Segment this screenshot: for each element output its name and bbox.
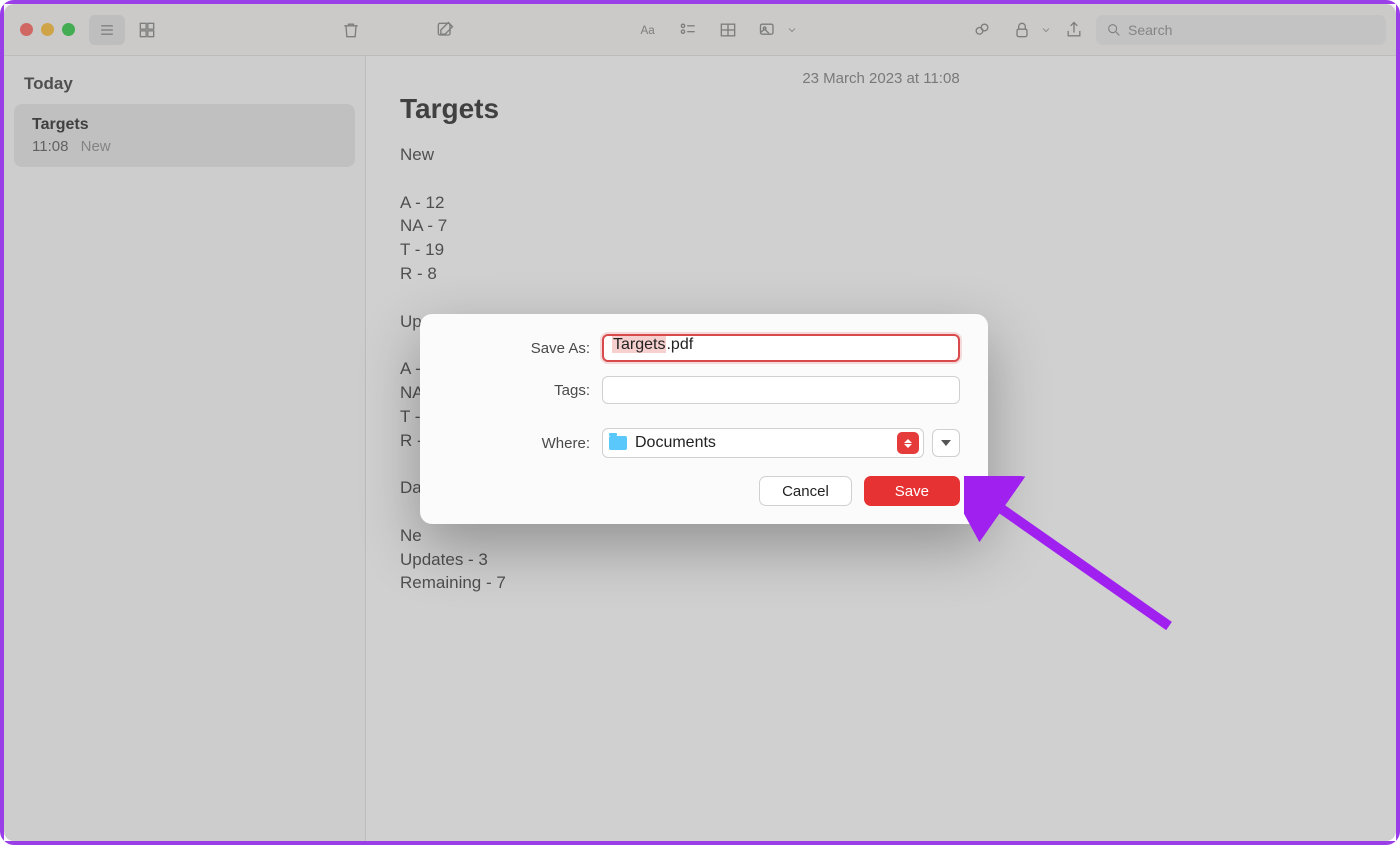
cancel-button[interactable]: Cancel: [759, 476, 852, 506]
save-dialog: Save As: Targets.pdf Tags: Where: Docume…: [420, 314, 988, 524]
folder-icon: [609, 436, 627, 450]
note-item-time: 11:08: [32, 138, 68, 155]
search-icon: [1106, 22, 1122, 38]
close-window-button[interactable]: [20, 23, 33, 36]
trash-icon: [341, 20, 361, 40]
filename-selected-text: Targets: [612, 336, 666, 353]
chevron-down-icon: [786, 20, 798, 40]
list-view-button[interactable]: [89, 15, 125, 45]
new-note-button[interactable]: [427, 15, 463, 45]
grid-icon: [137, 20, 157, 40]
where-value: Documents: [635, 434, 716, 452]
tags-label: Tags:: [448, 382, 602, 399]
grid-view-button[interactable]: [129, 15, 165, 45]
lock-button[interactable]: [1004, 15, 1040, 45]
link-icon: [972, 20, 992, 40]
note-date: 23 March 2023 at 11:08: [400, 70, 1362, 87]
compose-icon: [435, 20, 455, 40]
select-arrows-icon: [897, 432, 919, 454]
share-icon: [1064, 20, 1084, 40]
svg-text:Aa: Aa: [640, 24, 655, 37]
list-icon: [97, 20, 117, 40]
delete-note-button[interactable]: [333, 15, 369, 45]
sidebar-section-header: Today: [14, 68, 355, 104]
note-title[interactable]: Targets: [400, 93, 1362, 125]
tags-input[interactable]: [602, 376, 960, 404]
window-toolbar: Aa Search: [4, 4, 1396, 56]
minimize-window-button[interactable]: [41, 23, 54, 36]
chevron-down-icon: [1040, 20, 1052, 40]
save-button[interactable]: Save: [864, 476, 960, 506]
share-button[interactable]: [1056, 15, 1092, 45]
search-placeholder: Search: [1128, 22, 1172, 38]
link-button[interactable]: [964, 15, 1000, 45]
filename-extension: .pdf: [666, 336, 693, 353]
media-button[interactable]: [750, 15, 786, 45]
text-format-icon: Aa: [638, 20, 658, 40]
table-button[interactable]: [710, 15, 746, 45]
format-button[interactable]: Aa: [630, 15, 666, 45]
lock-icon: [1012, 20, 1032, 40]
note-item-title: Targets: [32, 116, 337, 134]
note-list-item[interactable]: Targets 11:08 New: [14, 104, 355, 167]
note-item-preview: New: [81, 138, 111, 155]
where-label: Where:: [448, 435, 602, 452]
note-item-meta: 11:08 New: [32, 138, 337, 155]
notes-sidebar: Today Targets 11:08 New: [4, 56, 366, 841]
fullscreen-window-button[interactable]: [62, 23, 75, 36]
checklist-icon: [678, 20, 698, 40]
save-as-label: Save As:: [448, 340, 602, 357]
image-icon: [758, 20, 778, 40]
expand-dialog-button[interactable]: [932, 429, 960, 457]
save-as-filename-input[interactable]: Targets.pdf: [602, 334, 960, 362]
search-field[interactable]: Search: [1096, 15, 1386, 45]
chevron-down-icon: [941, 440, 951, 446]
where-location-select[interactable]: Documents: [602, 428, 924, 458]
traffic-lights: [20, 23, 75, 36]
table-icon: [718, 20, 738, 40]
checklist-button[interactable]: [670, 15, 706, 45]
